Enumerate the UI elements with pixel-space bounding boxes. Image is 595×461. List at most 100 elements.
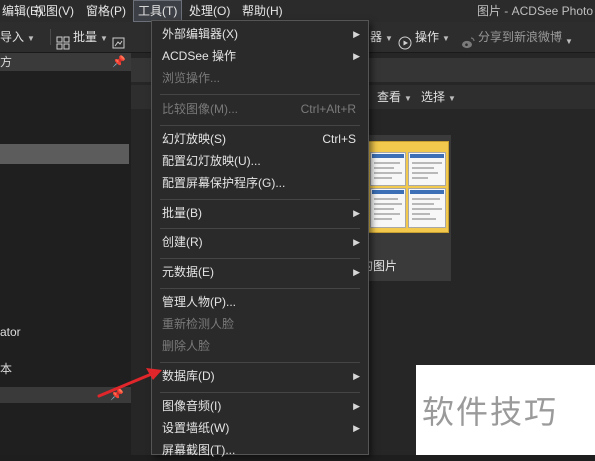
- menu-pane[interactable]: 窗格(P): [82, 0, 130, 22]
- edit-image-button[interactable]: [112, 22, 129, 52]
- chevron-down-icon: ▼: [448, 94, 456, 103]
- menu-bar: 编辑(E) 视图(V) 窗格(P) 工具(T) 处理(O) 帮助(H) 图片 -…: [0, 0, 595, 22]
- chevron-down-icon: ▼: [27, 34, 35, 43]
- panel-item-ben[interactable]: 本: [0, 360, 12, 377]
- chevron-down-icon: ▼: [442, 34, 450, 43]
- watermark-area: 软件技巧: [416, 365, 595, 455]
- batch-button[interactable]: 批量 ▼: [56, 22, 108, 52]
- toolbar-divider: [50, 29, 51, 45]
- menu-separator: [160, 392, 360, 393]
- batch-icon: [56, 31, 70, 50]
- menu-item-label: 删除人脸: [162, 339, 211, 353]
- operate-label: 操作: [415, 30, 440, 44]
- toolbar-overflow[interactable]: 器 ▼: [370, 22, 393, 52]
- toolbar-more-button[interactable]: ▼: [562, 25, 573, 55]
- menu-item-batch[interactable]: 批量(B) ▶: [162, 202, 360, 224]
- play-circle-icon: [398, 31, 412, 50]
- panel-header-label: 方: [0, 55, 13, 69]
- menu-item-label: 浏览操作...: [162, 71, 221, 85]
- submenu-arrow-icon: ▶: [353, 237, 360, 247]
- menu-item-label: 配置屏幕保护程序(G)...: [162, 176, 286, 190]
- panel-item-ator[interactable]: ator: [0, 325, 21, 339]
- view-label: 查看: [377, 90, 402, 104]
- menu-tools[interactable]: 工具(T): [133, 0, 183, 22]
- share-weibo-button[interactable]: 分享到新浪微博: [461, 22, 562, 52]
- menu-help[interactable]: 帮助(H): [238, 0, 287, 22]
- menu-item-browse-ops[interactable]: 浏览操作...: [162, 67, 360, 89]
- menu-item-label: 设置墙纸(W): [162, 421, 230, 435]
- menu-item-label: 外部编辑器(X): [162, 27, 238, 41]
- menu-item-external-editor[interactable]: 外部编辑器(X) ▶: [162, 23, 360, 45]
- menu-item-redetect-faces[interactable]: 重新检测人脸: [162, 313, 360, 335]
- menu-item-slideshow[interactable]: 幻灯放映(S) Ctrl+S: [162, 128, 360, 150]
- menu-shortcut: Ctrl+Alt+R: [300, 102, 356, 116]
- chevron-down-icon: ▼: [385, 34, 393, 43]
- submenu-arrow-icon: ▶: [353, 267, 360, 277]
- menu-item-acdsee-ops[interactable]: ACDSee 操作 ▶: [162, 45, 360, 67]
- menu-item-compare-images[interactable]: 比较图像(M)... Ctrl+Alt+R: [162, 98, 360, 120]
- menu-separator: [160, 362, 360, 363]
- folder-thumbnail-image: [367, 141, 449, 233]
- watermark-text: 软件技巧: [422, 394, 559, 430]
- menu-item-label: 配置幻灯放映(U)...: [162, 154, 261, 168]
- image-edit-icon: [112, 31, 126, 49]
- menu-item-manage-people[interactable]: 管理人物(P)...: [162, 291, 360, 313]
- menu-item-configure-screensaver[interactable]: 配置屏幕保护程序(G)...: [162, 172, 360, 194]
- share-weibo-label: 分享到新浪微博: [478, 30, 563, 44]
- menu-item-screenshot[interactable]: 屏幕截图(T)...: [162, 439, 360, 461]
- operate-button[interactable]: 操作 ▼: [398, 22, 450, 52]
- menu-item-label: ACDSee 操作: [162, 49, 237, 63]
- submenu-arrow-icon: ▶: [353, 208, 360, 218]
- tools-menu: 外部编辑器(X) ▶ ACDSee 操作 ▶ 浏览操作... 比较图像(M)... C…: [151, 20, 369, 457]
- weibo-icon: [461, 31, 475, 48]
- menu-item-label: 元数据(E): [162, 265, 214, 279]
- submenu-arrow-icon: ▶: [353, 51, 360, 61]
- chevron-down-icon: ▼: [100, 34, 108, 43]
- select-dropdown[interactable]: 选择 ▼: [421, 85, 456, 111]
- submenu-arrow-icon: ▶: [353, 401, 360, 411]
- pin-icon[interactable]: 📌: [112, 53, 126, 71]
- menu-item-label: 管理人物(P)...: [162, 295, 236, 309]
- menu-separator: [160, 125, 360, 126]
- menu-separator: [160, 94, 360, 95]
- menu-item-database[interactable]: 数据库(D) ▶: [162, 365, 360, 387]
- menu-item-label: 重新检测人脸: [162, 317, 235, 331]
- select-label: 选择: [421, 90, 446, 104]
- submenu-arrow-icon: ▶: [353, 371, 360, 381]
- submenu-arrow-icon: ▶: [353, 29, 360, 39]
- red-arrow-icon: [97, 368, 162, 398]
- menu-separator: [160, 288, 360, 289]
- menu-view[interactable]: 视图(V): [30, 0, 78, 22]
- thumbnail-preview: [370, 152, 406, 186]
- import-button[interactable]: 导入 ▼: [0, 22, 35, 52]
- menu-item-set-wallpaper[interactable]: 设置墙纸(W) ▶: [162, 417, 360, 439]
- menu-item-label: 幻灯放映(S): [162, 132, 226, 146]
- menu-shortcut: Ctrl+S: [322, 132, 356, 146]
- folder-thumbnail[interactable]: 的图片: [361, 135, 451, 281]
- menu-item-delete-faces[interactable]: 删除人脸: [162, 335, 360, 357]
- toolbar-fragment-label: 器: [370, 30, 383, 44]
- menu-item-create[interactable]: 创建(R) ▶: [162, 231, 360, 253]
- panel-header: 方 📌: [0, 53, 131, 71]
- thumbnail-preview: [370, 188, 406, 228]
- menu-item-label: 数据库(D): [162, 369, 215, 383]
- menu-separator: [160, 199, 360, 200]
- menu-item-metadata[interactable]: 元数据(E) ▶: [162, 261, 360, 283]
- menu-process[interactable]: 处理(O): [185, 0, 234, 22]
- menu-item-label: 图像音频(I): [162, 399, 222, 413]
- view-dropdown[interactable]: 查看 ▼: [377, 85, 412, 111]
- thumbnail-preview: [408, 188, 446, 228]
- batch-label: 批量: [73, 30, 98, 44]
- chevron-down-icon: ▼: [404, 94, 412, 103]
- menu-separator: [160, 258, 360, 259]
- submenu-arrow-icon: ▶: [353, 423, 360, 433]
- selected-folder-row[interactable]: [0, 144, 129, 164]
- import-label: 导入: [0, 30, 25, 44]
- menu-separator: [160, 228, 360, 229]
- menu-item-label: 比较图像(M)...: [162, 102, 238, 116]
- menu-item-label: 创建(R): [162, 235, 203, 249]
- menu-item-image-audio[interactable]: 图像音频(I) ▶: [162, 395, 360, 417]
- thumbnail-preview: [408, 152, 446, 186]
- app-title: 图片 - ACDSee Photo: [476, 4, 593, 18]
- menu-item-configure-slideshow[interactable]: 配置幻灯放映(U)...: [162, 150, 360, 172]
